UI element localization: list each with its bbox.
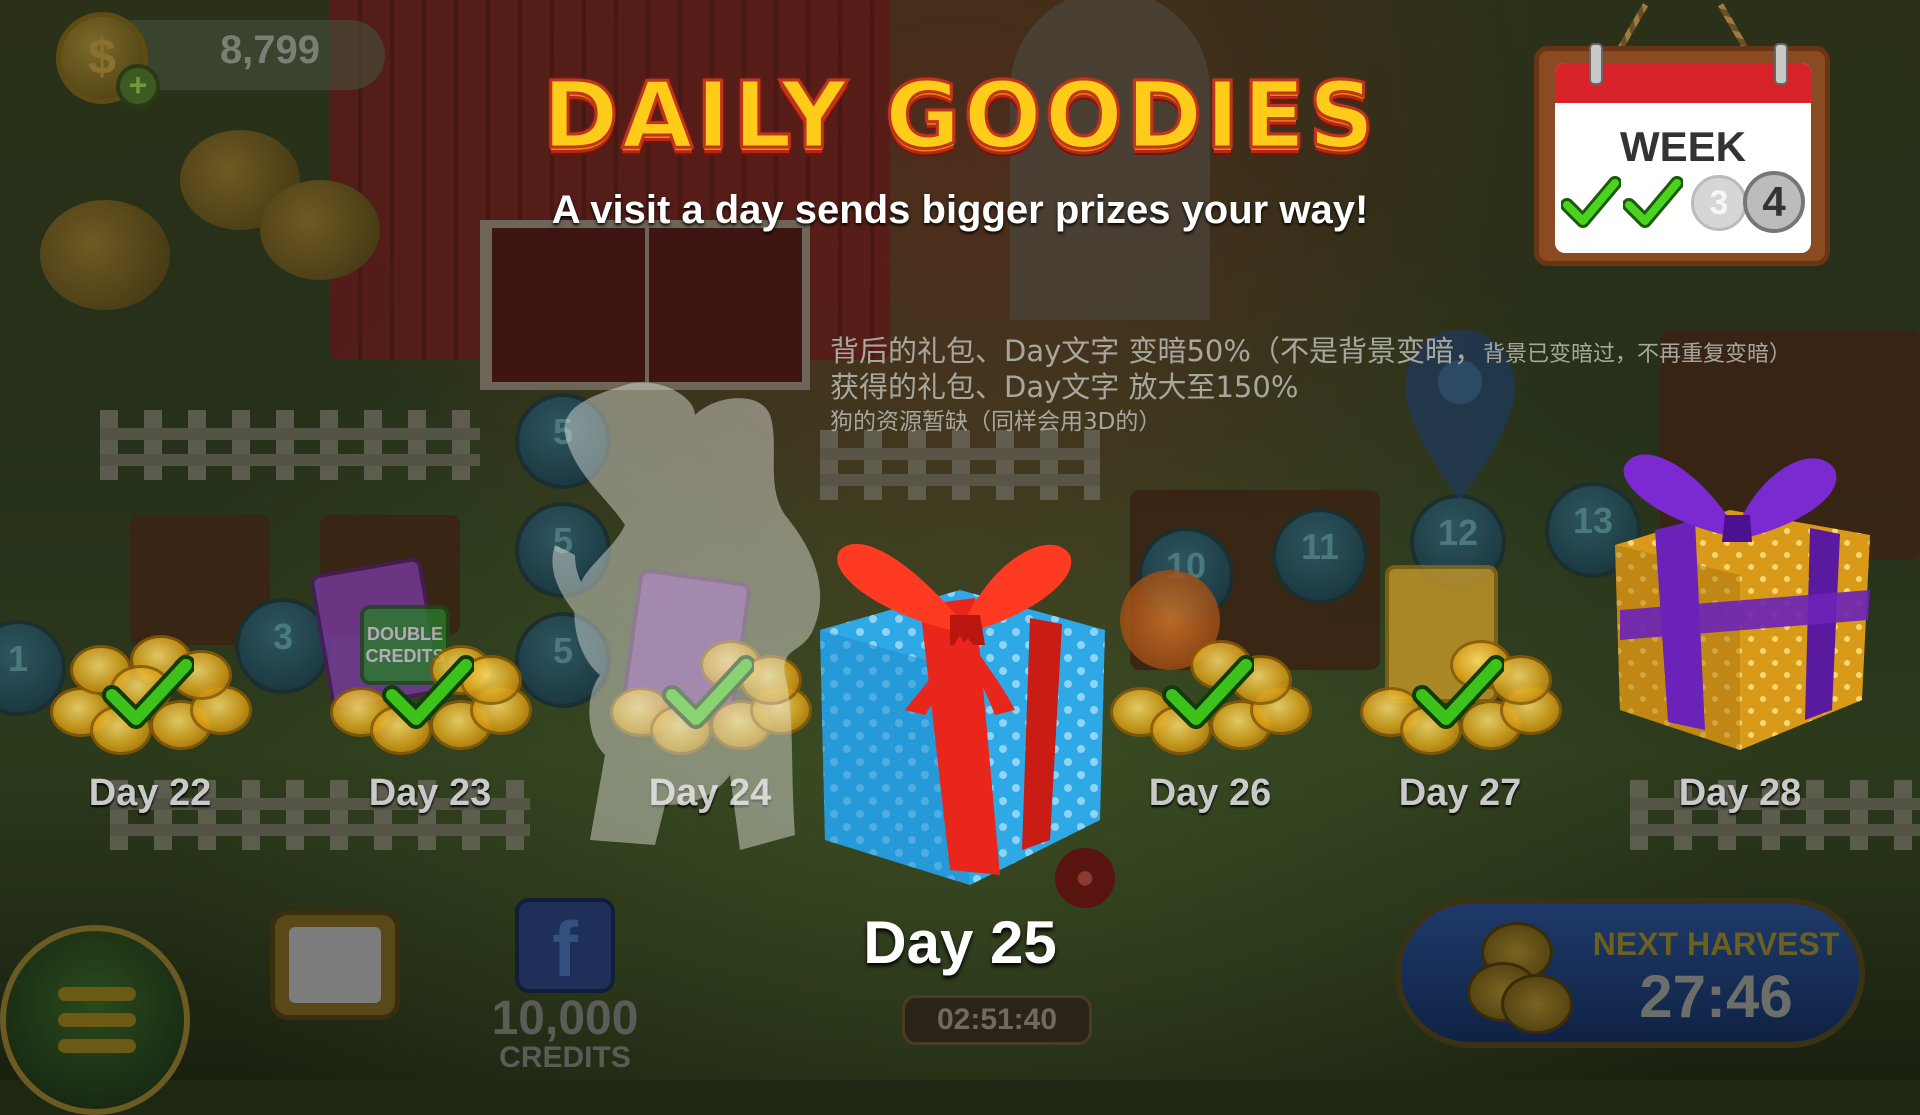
menu-button[interactable] <box>0 925 190 1115</box>
next-harvest-label: NEXT HARVEST <box>1592 926 1840 962</box>
claimed-check-icon <box>382 655 476 733</box>
popup-subtitle: A visit a day sends bigger prizes your w… <box>551 188 1369 232</box>
envelope-icon <box>289 927 381 1003</box>
calendar-ring <box>1774 43 1788 85</box>
facebook-credits-unit: CREDITS <box>499 1041 631 1074</box>
week-day-3: 3 <box>1691 175 1747 231</box>
next-harvest-panel[interactable]: NEXT HARVEST 27:46 <box>1395 898 1865 1048</box>
calendar-ring <box>1589 43 1603 85</box>
blue-gift-box-icon[interactable] <box>800 520 1120 900</box>
barn-door <box>480 220 810 390</box>
day-23-reward: DOUBLE CREDITS Day 23 <box>308 556 540 815</box>
menu-icon-line <box>58 987 136 1001</box>
week-day-4-current: 4 <box>1743 171 1805 233</box>
next-harvest-time: 27:46 <box>1639 963 1793 1030</box>
facebook-credits-value: 10,000 <box>491 992 639 1045</box>
design-note-line-1-small: 背景已变暗过，不再重复变暗） <box>1482 342 1791 367</box>
day-22-label: Day 22 <box>88 772 212 814</box>
day-27-label: Day 27 <box>1398 772 1522 814</box>
coin-balance: 8,799 <box>219 28 321 72</box>
dog-placeholder-silhouette <box>552 382 821 850</box>
fence <box>100 410 480 480</box>
week-label: WEEK <box>1620 123 1746 170</box>
design-note-line-2: 获得的礼包、Day文字 放大至150% <box>830 370 1299 404</box>
fence <box>820 430 1100 500</box>
popup-title: DAILY GOODIES <box>541 61 1378 171</box>
facebook-credits-reward: 10,000 CREDITS <box>470 995 660 1073</box>
harvest-coins-icon <box>1501 974 1573 1034</box>
menu-icon-line <box>58 1013 136 1027</box>
day-22-reward: Day 22 <box>40 575 260 815</box>
day-26-label: Day 26 <box>1148 772 1272 814</box>
add-coins-button[interactable]: + <box>116 64 160 108</box>
week-day-2-check-icon <box>1622 175 1684 231</box>
menu-icon-line <box>58 1039 136 1053</box>
bell-icon[interactable]: ● <box>1055 848 1115 908</box>
claimed-check-icon <box>1162 655 1256 733</box>
claimed-check-icon <box>102 655 196 733</box>
day-23-label: Day 23 <box>368 772 492 814</box>
day-26-reward: Day 26 <box>1100 570 1320 815</box>
bonus-timer: 02:51:40 <box>902 995 1092 1045</box>
week-calendar: WEEK 3 4 <box>1534 43 1830 266</box>
facebook-button[interactable]: f <box>515 898 615 993</box>
claimed-check-icon <box>1412 655 1506 733</box>
mail-button[interactable] <box>270 910 400 1020</box>
day-27-reward: Day 27 <box>1350 565 1570 815</box>
hay-bale <box>40 200 170 310</box>
hay-bale <box>260 180 380 280</box>
day-25-label: Day 25 <box>863 909 1057 976</box>
calendar-page: WEEK 3 4 <box>1555 63 1811 253</box>
week-day-1-check-icon <box>1560 175 1622 231</box>
design-note-line-1-main: 背后的礼包、Day文字 变暗50%（不是背景变暗， <box>830 334 1483 368</box>
day-28-reward: Day 28 <box>1630 575 1850 815</box>
day-28-label: Day 28 <box>1678 772 1802 814</box>
design-note-line-3: 狗的资源暂缺（同样会用3D的） <box>830 409 1162 435</box>
